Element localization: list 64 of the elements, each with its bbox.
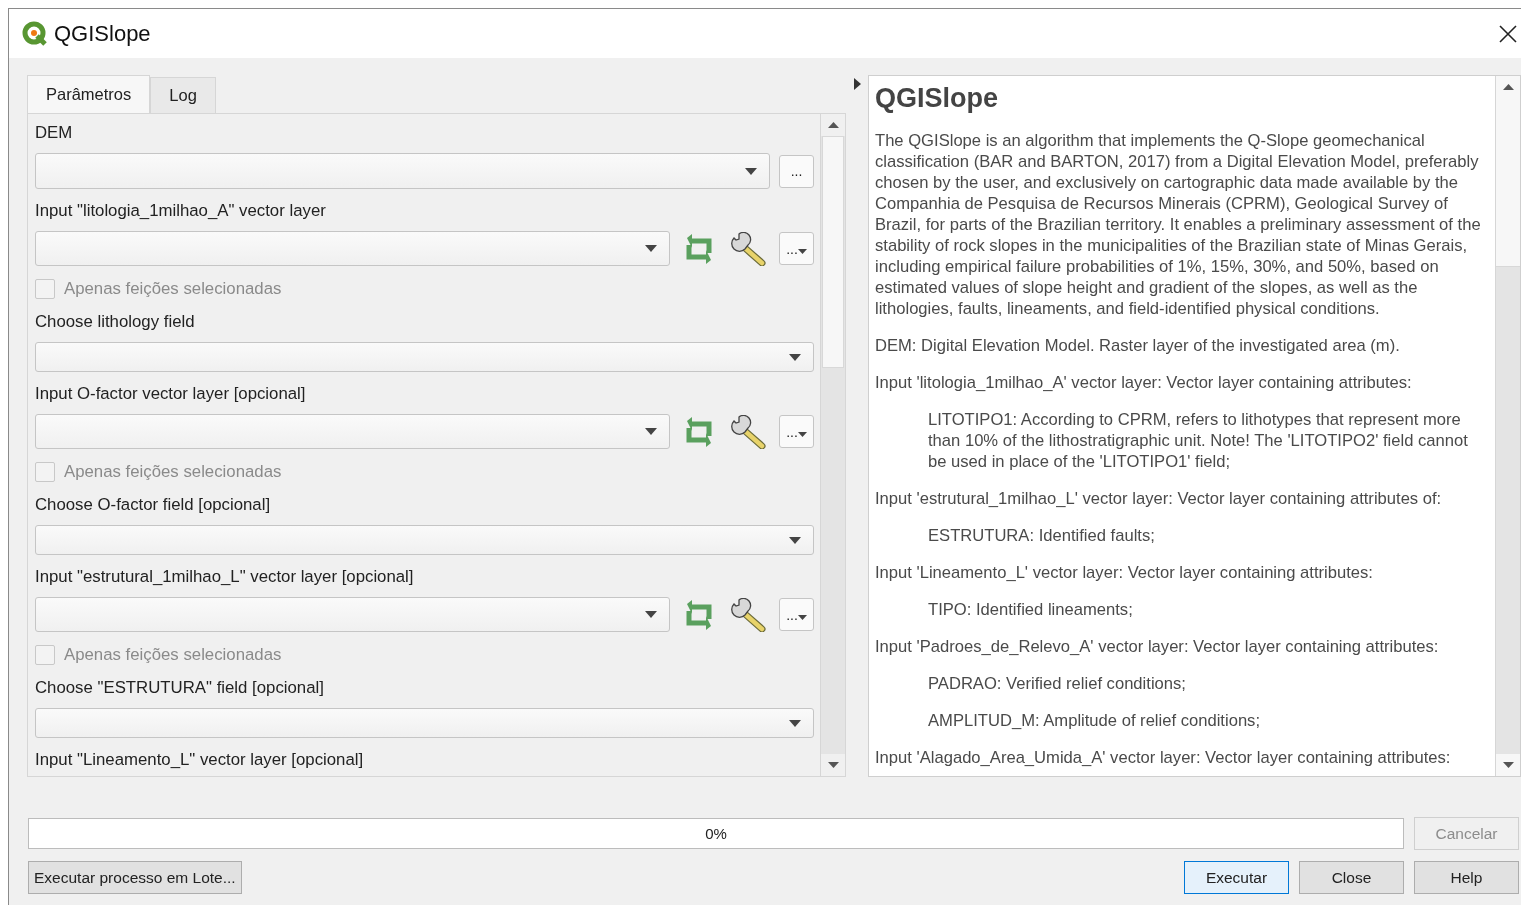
caret-icon xyxy=(789,719,801,727)
browse-button[interactable]: ... xyxy=(779,598,814,631)
field-dropdown[interactable] xyxy=(35,708,814,738)
parameter-label: Choose lithology field xyxy=(35,311,196,333)
caret-icon xyxy=(789,536,801,544)
scroll-down-icon[interactable] xyxy=(1502,762,1514,768)
attribute-description: LITOTIPO1: According to CPRM, refers to lithotypes that represent more than 10% of the lithostratigraphic unit. Note! The 'LITOTIPO2' field cannot be used in place of the 'LITOTIPO1' field; xyxy=(928,409,1469,472)
parameter-label: Input "Lineamento_L" vector layer [opcional] xyxy=(35,749,365,771)
help-paragraph: Input 'litologia_1milhao_A' vector layer: Vector layer containing attributes: xyxy=(875,372,1413,393)
tab[interactable]: Log xyxy=(150,77,216,113)
help-paragraph: Input 'Lineamento_L' vector layer: Vector layer containing attributes: xyxy=(875,562,1374,583)
tab[interactable]: Parâmetros xyxy=(27,75,151,113)
help-paragraph: Input 'Padroes_de_Relevo_A' vector layer: Vector layer containing attributes: xyxy=(875,636,1440,657)
dialog-button[interactable]: Help xyxy=(1414,861,1519,894)
batch-process-button[interactable]: Executar processo em Lote... xyxy=(28,861,242,894)
browse-button[interactable]: ... xyxy=(779,415,814,448)
progress-bar: 0% xyxy=(28,818,1404,849)
collapse-arrow-icon[interactable] xyxy=(853,78,861,90)
parameter-label: Input O-factor vector layer [opcional] xyxy=(35,383,307,405)
caret-icon xyxy=(645,428,657,435)
dialog-button[interactable]: Close xyxy=(1299,861,1404,894)
parameter-label: Input "estrutural_1milhao_L" vector layer [opcional] xyxy=(35,566,415,588)
wrench-icon[interactable] xyxy=(731,597,767,632)
browse-button[interactable]: ... xyxy=(779,154,814,188)
window-title: QGISlope xyxy=(54,20,152,47)
attribute-description: ESTRUTURA: Identified faults; xyxy=(928,525,1156,546)
field-dropdown[interactable] xyxy=(35,525,814,555)
wrench-icon[interactable] xyxy=(731,414,767,449)
scrollbar[interactable] xyxy=(1495,76,1520,776)
scrollbar-thumb[interactable] xyxy=(822,136,844,368)
parameter-label: Choose O-factor field [opcional] xyxy=(35,494,272,516)
caret-icon xyxy=(797,249,807,254)
help-paragraph: DEM: Digital Elevation Model. Raster layer of the investigated area (m). xyxy=(875,335,1401,356)
caret-icon xyxy=(797,615,807,620)
caret-icon xyxy=(789,353,801,361)
app-logo-icon xyxy=(22,20,48,47)
browse-button[interactable]: ... xyxy=(779,232,814,265)
attribute-description: PADRAO: Verified relief conditions; xyxy=(928,673,1187,694)
field-dropdown[interactable] xyxy=(35,342,814,372)
wrench-icon[interactable] xyxy=(731,231,767,266)
dialog-button[interactable]: Executar xyxy=(1184,861,1289,894)
scrollbar-thumb[interactable] xyxy=(1496,98,1520,267)
attribute-description: TIPO: Identified lineaments; xyxy=(928,599,1134,620)
help-title: QGISlope xyxy=(875,82,1000,115)
parameter-label: Choose "ESTRUTURA" field [opcional] xyxy=(35,677,325,699)
help-paragraph: Input 'estrutural_1milhao_L' vector layer: Vector layer containing attributes of: xyxy=(875,488,1443,509)
caret-icon xyxy=(645,245,657,252)
caret-icon xyxy=(797,432,807,437)
layer-dropdown[interactable] xyxy=(35,414,670,449)
scroll-up-icon[interactable] xyxy=(827,122,839,128)
parameter-label: DEM xyxy=(35,122,74,144)
scrollbar[interactable] xyxy=(820,114,845,776)
layer-dropdown[interactable] xyxy=(35,231,670,266)
layer-dropdown[interactable] xyxy=(35,597,670,632)
scroll-up-icon[interactable] xyxy=(1502,84,1514,90)
close-icon[interactable] xyxy=(1499,24,1517,43)
caret-icon xyxy=(745,167,757,175)
help-paragraph: The QGISlope is an algorithm that implements the Q-Slope geomechanical classification (BAR and BARTON, 2017) from a Digital Elevation Model, preferably chosen by the user, and exclusively on cartographic data made available by the Companhia de Pesquisa de Recursos Minerais (CPRM), Geological Survey of Brazil, for parts of the Brazilian territory. It enables a preliminary assessment of the stability of rock slopes in the municipalities of the Brazilian state of Minas Gerais, including empirical failure probabilities of 1%, 15%, 30%, and 50%, based on estimated values of slope height and gradient of the slopes, as well as the lithologies, faults, lineaments, and field-identified physical conditions. xyxy=(875,130,1481,319)
layer-dropdown[interactable] xyxy=(35,153,770,189)
attribute-description: AMPLITUD_M: Amplitude of relief conditions; xyxy=(928,710,1261,731)
help-paragraph: Input 'Alagado_Area_Umida_A' vector layer: Vector layer containing attributes: xyxy=(875,747,1452,768)
parameter-label: Input "litologia_1milhao_A" vector layer xyxy=(35,200,327,222)
caret-icon xyxy=(645,611,657,618)
scroll-down-icon[interactable] xyxy=(827,762,839,768)
